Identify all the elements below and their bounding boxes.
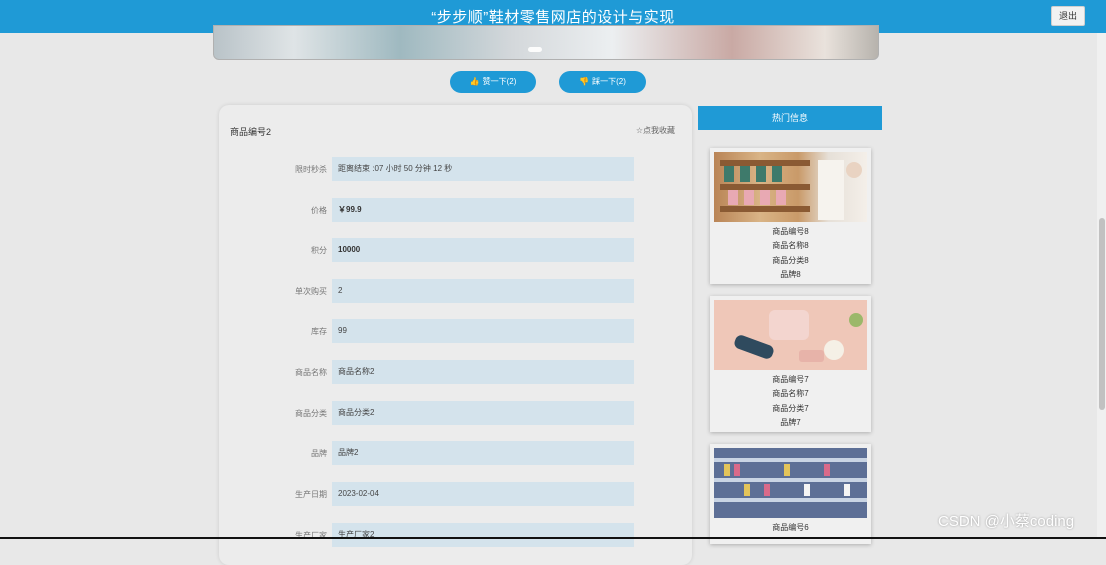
field-row-single-purchase: 单次购买 2 [219,279,692,303]
field-row-product-name: 商品名称 商品名称2 [219,360,692,384]
field-value: 品牌2 [332,441,634,465]
field-label: 生产厂家 [295,531,327,540]
field-row-category: 商品分类 商品分类2 [219,401,692,425]
hot-item-category: 商品分类8 [772,256,809,265]
hot-item-name: 商品名称7 [772,389,809,398]
field-label: 生产日期 [295,490,327,499]
page-title: “步步顺”鞋材零售网店的设计与实现 [431,9,675,26]
favorite-link[interactable]: ☆点我收藏 [636,125,675,136]
hot-item-code: 商品编号8 [772,227,809,236]
field-value: 10000 [332,238,634,262]
hot-item-code: 商品编号7 [772,375,809,384]
field-label: 品牌 [311,449,327,458]
field-row-price: 价格 ￥99.9 [219,198,692,222]
field-value: 生产厂家2 [332,523,634,547]
hot-item-brand: 品牌8 [780,270,801,279]
thumbs-up-icon: 👍 [469,77,480,86]
hot-item-category: 商品分类7 [772,404,809,413]
field-row-production-date: 生产日期 2023-02-04 [219,482,692,506]
field-value: 距离结束 :07 小时 50 分钟 12 秒 [332,157,634,181]
field-label: 商品名称 [295,368,327,377]
field-label: 价格 [311,206,327,215]
product-code-title: 商品编号2 [230,127,272,137]
scrollbar-thumb[interactable] [1099,218,1105,410]
field-value: ￥99.9 [332,198,634,222]
field-label: 限时秒杀 [295,165,327,174]
dislike-button[interactable]: 👎 踩一下(2) [559,71,646,93]
field-row-brand: 品牌 品牌2 [219,441,692,465]
field-label: 积分 [311,246,327,255]
banner-carousel[interactable] [213,25,879,60]
carousel-indicator[interactable] [528,47,542,52]
dislike-label: 踩一下(2) [592,77,626,86]
field-label: 单次购买 [295,287,327,296]
field-value: 商品名称2 [332,360,634,384]
hot-item[interactable]: 商品编号6 [710,444,871,544]
field-value: 商品分类2 [332,401,634,425]
field-row-manufacturer: 生产厂家 生产厂家2 [219,523,692,547]
hot-item-name: 商品名称8 [772,241,809,250]
field-value: 99 [332,319,634,343]
hot-item-code: 商品编号6 [772,523,809,532]
field-row-points: 积分 10000 [219,238,692,262]
watermark: CSDN @小蔡coding [938,513,1075,530]
like-button[interactable]: 👍 赞一下(2) [450,71,536,93]
thumbs-down-icon: 👎 [579,77,590,86]
product-detail-card: 商品编号2 ☆点我收藏 限时秒杀 距离结束 :07 小时 50 分钟 12 秒 … [219,105,692,565]
product-image[interactable] [714,300,867,370]
kitchen-tools-image [714,300,867,370]
product-image[interactable] [714,152,867,222]
field-label: 库存 [311,327,327,336]
field-value: 2 [332,279,634,303]
like-label: 赞一下(2) [482,77,517,86]
store-shelf-image [714,448,867,518]
hot-item-brand: 品牌7 [780,418,801,427]
field-label: 商品分类 [295,409,327,418]
product-image[interactable] [714,448,867,518]
shoe-rack-image [720,160,862,220]
logout-button[interactable]: 退出 [1051,6,1085,26]
hot-info-header: 热门信息 [698,106,882,130]
field-row-flash-sale: 限时秒杀 距离结束 :07 小时 50 分钟 12 秒 [219,157,692,181]
field-value: 2023-02-04 [332,482,634,506]
hot-item[interactable]: 商品编号8 商品名称8 商品分类8 品牌8 [710,148,871,284]
field-row-stock: 库存 99 [219,319,692,343]
hot-item[interactable]: 商品编号7 商品名称7 商品分类7 品牌7 [710,296,871,432]
